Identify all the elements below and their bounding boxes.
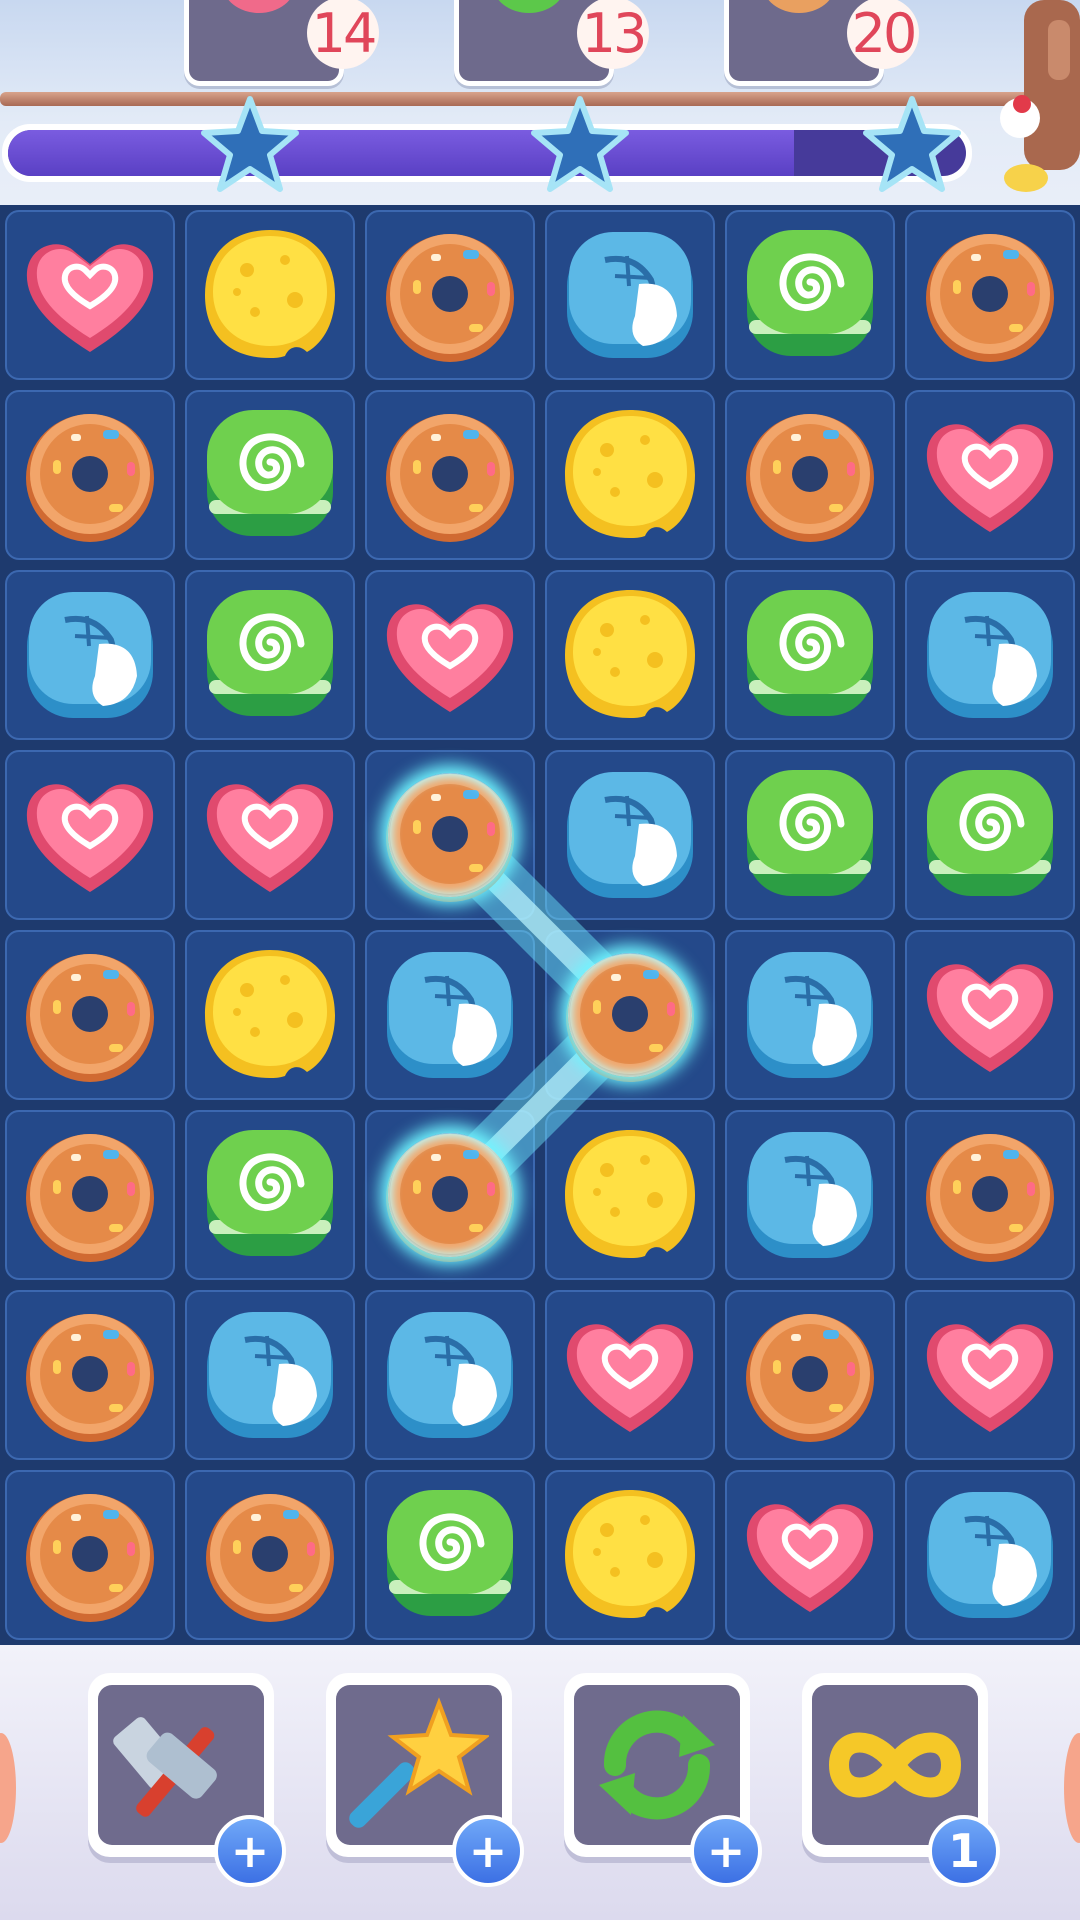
heart-piece-icon[interactable] bbox=[735, 1480, 885, 1630]
swirl-piece-icon[interactable] bbox=[735, 580, 885, 730]
booster-magic-wand[interactable]: + bbox=[326, 1673, 524, 1887]
donut-piece-icon[interactable] bbox=[915, 1120, 1065, 1270]
goal-heart: 14 bbox=[184, 0, 379, 86]
cheese-piece-icon[interactable] bbox=[555, 580, 705, 730]
game-board bbox=[0, 205, 1080, 1645]
swirl-piece-icon[interactable] bbox=[195, 400, 345, 550]
donut-piece-icon[interactable] bbox=[195, 1480, 345, 1630]
macaron-piece-icon[interactable] bbox=[555, 220, 705, 370]
heart-piece-icon[interactable] bbox=[915, 1300, 1065, 1450]
selected-piece-glow bbox=[388, 1133, 512, 1257]
score-progress-bar bbox=[2, 124, 972, 182]
selected-piece-glow bbox=[568, 953, 692, 1077]
swirl-piece-icon[interactable] bbox=[915, 760, 1065, 910]
star-2-icon bbox=[528, 93, 632, 197]
heart-piece-icon[interactable] bbox=[15, 760, 165, 910]
macaron-piece-icon[interactable] bbox=[15, 580, 165, 730]
goal-count-swirl: 13 bbox=[577, 0, 649, 69]
booster-infinity[interactable]: 1 bbox=[802, 1673, 1000, 1887]
heart-goal-icon bbox=[223, 0, 295, 13]
macaron-piece-icon[interactable] bbox=[915, 580, 1065, 730]
donut-piece-icon[interactable] bbox=[735, 400, 885, 550]
heart-piece-icon[interactable] bbox=[915, 940, 1065, 1090]
cheese-piece-icon[interactable] bbox=[195, 220, 345, 370]
booster-hammer[interactable]: + bbox=[88, 1673, 286, 1887]
right-edge-decoration bbox=[1064, 1733, 1080, 1843]
booster-wand-badge[interactable]: + bbox=[452, 1815, 524, 1887]
heart-piece-icon[interactable] bbox=[15, 220, 165, 370]
macaron-piece-icon[interactable] bbox=[735, 1120, 885, 1270]
donut-piece-icon[interactable] bbox=[15, 1120, 165, 1270]
donut-piece-icon[interactable] bbox=[15, 1480, 165, 1630]
booster-bar: + + + 1 bbox=[0, 1645, 1080, 1920]
booster-shuffle[interactable]: + bbox=[564, 1673, 762, 1887]
swirl-piece-icon[interactable] bbox=[735, 220, 885, 370]
cheese-piece-icon[interactable] bbox=[555, 1480, 705, 1630]
donut-piece-icon[interactable] bbox=[15, 400, 165, 550]
level-header: 14 13 20 bbox=[0, 0, 1080, 205]
goal-count-donut: 20 bbox=[847, 0, 919, 69]
donut-goal-icon bbox=[763, 0, 835, 13]
macaron-piece-icon[interactable] bbox=[555, 760, 705, 910]
heart-piece-icon[interactable] bbox=[195, 760, 345, 910]
swirl-piece-icon[interactable] bbox=[195, 580, 345, 730]
cake-decoration-icon bbox=[1000, 0, 1080, 192]
donut-piece-icon[interactable] bbox=[15, 1300, 165, 1450]
cheese-piece-icon[interactable] bbox=[195, 940, 345, 1090]
left-edge-decoration bbox=[0, 1733, 16, 1843]
macaron-piece-icon[interactable] bbox=[915, 1480, 1065, 1630]
macaron-piece-icon[interactable] bbox=[375, 940, 525, 1090]
goal-donut: 20 bbox=[724, 0, 919, 86]
progress-fill bbox=[8, 130, 794, 176]
selected-piece-glow bbox=[388, 773, 512, 897]
swirl-piece-icon[interactable] bbox=[735, 760, 885, 910]
heart-piece-icon[interactable] bbox=[375, 580, 525, 730]
star-3-icon bbox=[860, 93, 964, 197]
swirl-goal-icon bbox=[493, 0, 565, 13]
star-1-icon bbox=[198, 93, 302, 197]
goal-count-heart: 14 bbox=[307, 0, 379, 69]
donut-piece-icon[interactable] bbox=[735, 1300, 885, 1450]
booster-shuffle-badge[interactable]: + bbox=[690, 1815, 762, 1887]
booster-hammer-badge[interactable]: + bbox=[214, 1815, 286, 1887]
heart-piece-icon[interactable] bbox=[915, 400, 1065, 550]
macaron-piece-icon[interactable] bbox=[195, 1300, 345, 1450]
macaron-piece-icon[interactable] bbox=[735, 940, 885, 1090]
cheese-piece-icon[interactable] bbox=[555, 400, 705, 550]
donut-piece-icon[interactable] bbox=[375, 400, 525, 550]
goal-swirl: 13 bbox=[454, 0, 649, 86]
macaron-piece-icon[interactable] bbox=[375, 1300, 525, 1450]
progress-track bbox=[8, 130, 966, 176]
swirl-piece-icon[interactable] bbox=[375, 1480, 525, 1630]
booster-infinity-count: 1 bbox=[928, 1815, 1000, 1887]
cheese-piece-icon[interactable] bbox=[555, 1120, 705, 1270]
donut-piece-icon[interactable] bbox=[375, 220, 525, 370]
heart-piece-icon[interactable] bbox=[555, 1300, 705, 1450]
swirl-piece-icon[interactable] bbox=[195, 1120, 345, 1270]
donut-piece-icon[interactable] bbox=[15, 940, 165, 1090]
donut-piece-icon[interactable] bbox=[915, 220, 1065, 370]
